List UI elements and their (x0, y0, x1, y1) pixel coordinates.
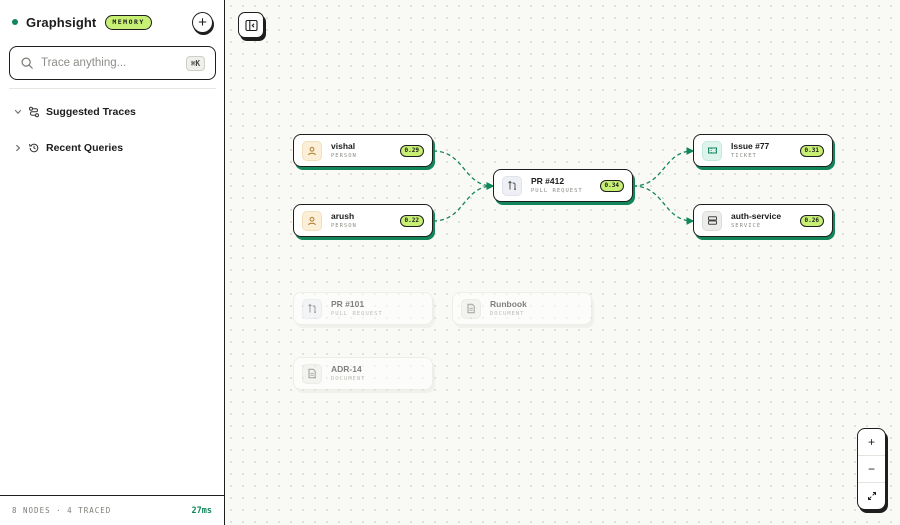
node-title: arush (331, 211, 355, 221)
section-label: Suggested Traces (46, 106, 136, 118)
search-input[interactable] (41, 57, 186, 69)
relevance-score: 0.22 (399, 214, 424, 227)
zoom-out-button[interactable]: − (858, 456, 885, 483)
node-type: PULL REQUEST (331, 311, 383, 317)
divider (9, 88, 216, 89)
node-title: PR #101 (331, 299, 365, 309)
ticket-icon (707, 147, 717, 154)
expand-icon (867, 492, 876, 500)
search-box[interactable]: ⌘K (9, 46, 216, 80)
graph-node-issue-77[interactable]: Issue #77 TICKET 0.31 (693, 134, 833, 167)
zoom-controls: + − (857, 428, 886, 510)
relevance-score: 0.26 (799, 214, 824, 227)
node-type: TICKET (731, 153, 757, 159)
node-title: PR #412 (531, 176, 565, 186)
sidebar-toggle-button[interactable] (238, 12, 264, 38)
edge-arush-pr412 (432, 182, 495, 222)
relevance-score: 0.31 (799, 144, 824, 157)
node-title: auth-service (731, 211, 782, 221)
graph-node-pr-101[interactable]: PR #101 PULL REQUEST (293, 292, 433, 325)
app-name: Graphsight (26, 14, 97, 30)
history-icon (29, 143, 39, 153)
sidebar-icon (244, 19, 258, 31)
person-icon (308, 146, 316, 155)
node-title: Runbook (490, 299, 527, 309)
memory-badge: MEMORY (105, 14, 152, 30)
search-icon (21, 57, 33, 69)
edge-vishal-pr412 (432, 150, 495, 190)
status-dot (12, 19, 18, 25)
node-type: PULL REQUEST (531, 188, 583, 194)
section-label: Recent Queries (46, 142, 124, 154)
pull-request-icon (307, 303, 316, 314)
latency: 27ms (191, 505, 212, 516)
graph-node-vishal[interactable]: vishal PERSON 0.29 (293, 134, 433, 167)
document-icon (467, 303, 475, 314)
graph-node-arush[interactable]: arush PERSON 0.22 (293, 204, 433, 237)
node-type: DOCUMENT (490, 311, 525, 317)
edge-pr412-auth-service (632, 185, 695, 225)
node-type: PERSON (331, 153, 357, 159)
new-trace-button[interactable]: + (192, 12, 213, 33)
relevance-score: 0.29 (399, 144, 424, 157)
sidebar: Graphsight MEMORY + ⌘K Suggested Traces (0, 0, 225, 525)
document-icon (308, 368, 316, 379)
edges (432, 147, 695, 225)
graph-node-runbook[interactable]: Runbook DOCUMENT (452, 292, 592, 325)
section-suggested-traces[interactable]: Suggested Traces (13, 104, 136, 120)
section-recent-queries[interactable]: Recent Queries (13, 140, 123, 156)
chevron-down-icon (14, 109, 22, 114)
node-type: DOCUMENT (331, 376, 366, 382)
edge-pr412-issue77 (632, 147, 695, 187)
node-title: vishal (331, 141, 356, 151)
node-title: ADR-14 (331, 364, 362, 374)
pull-request-icon (507, 180, 516, 191)
chevron-right-icon (16, 144, 21, 152)
graph-canvas[interactable]: vishal PERSON 0.29 arush PERSON 0.22 PR … (225, 0, 900, 525)
service-icon (707, 216, 717, 225)
node-type: SERVICE (731, 223, 762, 229)
node-title: Issue #77 (731, 141, 770, 151)
shortcut-hint: ⌘K (185, 55, 205, 71)
graph-node-adr-14[interactable]: ADR-14 DOCUMENT (293, 357, 433, 390)
brand: Graphsight MEMORY (12, 12, 152, 32)
person-icon (308, 216, 316, 225)
graph-node-auth-service[interactable]: auth-service SERVICE 0.26 (693, 204, 833, 237)
fit-view-button[interactable] (858, 483, 885, 509)
relevance-score: 0.34 (599, 179, 624, 192)
graph-node-pr-412[interactable]: PR #412 PULL REQUEST 0.34 (493, 169, 633, 202)
trace-icon (29, 106, 39, 118)
status-footer: 8 NODES · 4 TRACED 27ms (0, 495, 224, 525)
graph-stats: 8 NODES · 4 TRACED (12, 506, 112, 515)
node-type: PERSON (331, 223, 357, 229)
zoom-in-button[interactable]: + (858, 429, 885, 456)
